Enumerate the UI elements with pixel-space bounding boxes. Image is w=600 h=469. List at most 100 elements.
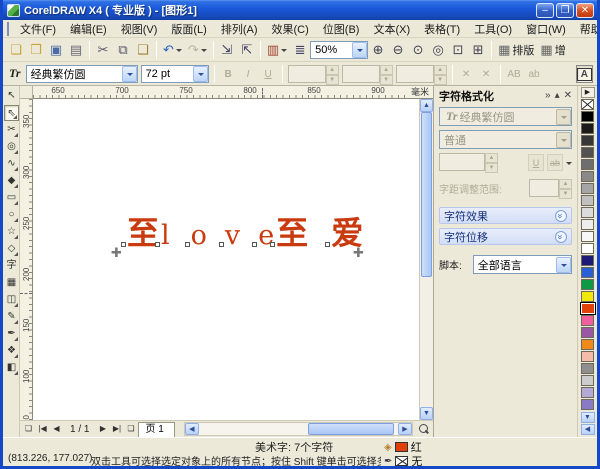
color-swatch[interactable] (581, 207, 594, 218)
menu-text[interactable]: 文本(X) (366, 19, 417, 39)
superscript-button[interactable]: ✕ (458, 65, 475, 83)
zoom-oneshot-button[interactable]: ⊙ (408, 40, 428, 60)
text-range-handle-right[interactable]: ✚ (353, 245, 364, 261)
character-formatting-button[interactable]: A (575, 64, 593, 83)
docker-font-arrow-icon[interactable] (556, 108, 571, 125)
text-range-handle-left[interactable]: ✚ (111, 245, 122, 261)
menu-effects[interactable]: 效果(C) (265, 19, 316, 39)
color-swatch[interactable] (581, 219, 594, 230)
horizontal-scroll-track[interactable] (199, 423, 398, 435)
canvas[interactable]: 至love至爱 ✚ ✚ (33, 99, 419, 420)
pick-tool[interactable]: ↖ (4, 88, 19, 104)
vertical-scroll-thumb[interactable] (421, 112, 432, 278)
menu-table[interactable]: 表格(T) (417, 19, 467, 39)
color-swatch[interactable] (581, 387, 594, 398)
document-icon[interactable] (7, 21, 9, 36)
font-combo-arrow-icon[interactable] (121, 65, 137, 82)
color-swatch[interactable] (581, 195, 594, 206)
freehand-tool[interactable]: ∿ (4, 156, 19, 172)
color-swatch[interactable] (581, 231, 594, 242)
horizontal-scroll-thumb[interactable] (308, 423, 395, 435)
menu-view[interactable]: 视图(V) (114, 19, 165, 39)
lowercase-button[interactable]: ab (526, 65, 543, 83)
redo-button[interactable]: ↷ (185, 40, 210, 60)
script-combo[interactable]: 全部语言 (472, 255, 572, 274)
character-node[interactable] (325, 242, 331, 247)
angle-spinner[interactable]: ▲ ▼ (395, 64, 447, 85)
h-shift-spinner[interactable]: ▲ ▼ (287, 64, 339, 85)
docker-chevrons-icon[interactable]: » (545, 89, 551, 102)
color-swatch[interactable] (581, 135, 594, 146)
new-button[interactable]: ❏ (6, 40, 26, 60)
font-size-combo[interactable]: 72 pt (140, 64, 209, 83)
color-swatch[interactable] (581, 147, 594, 158)
vertical-scroll-track[interactable] (420, 112, 433, 407)
basic-shapes-tool[interactable]: ◇ (4, 241, 19, 257)
no-color-swatch[interactable] (581, 99, 594, 110)
color-swatch[interactable] (581, 315, 594, 326)
table-tool[interactable]: ▦ (4, 275, 19, 291)
scroll-down-button[interactable]: ▼ (420, 407, 433, 420)
color-swatch[interactable] (581, 123, 594, 134)
cut-button[interactable]: ✂ (93, 40, 113, 60)
undo-button-dropdown-icon[interactable] (175, 49, 182, 55)
menu-bitmaps[interactable]: 位图(B) (316, 19, 367, 39)
character-node[interactable] (270, 242, 276, 247)
maximize-button[interactable]: ❐ (556, 2, 574, 18)
uppercase-button[interactable]: AB (506, 65, 523, 83)
next-page-button[interactable]: ▶ (96, 422, 109, 436)
color-swatch[interactable] (581, 399, 594, 410)
app-launcher-button-dropdown-icon[interactable] (281, 49, 288, 55)
artistic-text-object[interactable]: 至love至爱 (121, 217, 363, 249)
horizontal-ruler[interactable]: 650 700 750 800 850 900 (33, 86, 407, 99)
underline-button[interactable]: U (260, 65, 277, 83)
polygon-tool[interactable]: ☆ (4, 224, 19, 240)
color-swatch[interactable] (581, 291, 594, 302)
color-swatch[interactable] (581, 267, 594, 278)
subscript-button[interactable]: ✕ (478, 65, 495, 83)
docker-collapse-icon[interactable]: ▴ (555, 89, 560, 102)
font-size-arrow-icon[interactable] (192, 65, 208, 82)
copy-button[interactable]: ⧉ (113, 40, 133, 60)
combo-arrow-icon[interactable] (352, 41, 368, 58)
snap-options-button[interactable]: ≣ (290, 40, 310, 60)
last-page-button[interactable]: ▶| (110, 422, 123, 436)
docker-size-spinner[interactable]: ▲ ▼ (439, 153, 498, 173)
zoom-tool[interactable]: ◎ (4, 139, 19, 155)
bold-button[interactable]: B (220, 65, 237, 83)
text-tool[interactable]: 字 (4, 258, 19, 274)
docker-style-arrow-icon[interactable] (556, 131, 571, 148)
v-shift-spinner[interactable]: ▲ ▼ (341, 64, 393, 85)
outline-tool[interactable]: ✒ (4, 326, 19, 342)
italic-button[interactable]: I (240, 65, 257, 83)
docker-more-arrow-icon[interactable] (566, 161, 572, 168)
extra-layout-button[interactable]: ▦ 增 (537, 40, 568, 60)
color-swatch[interactable] (581, 243, 594, 254)
eyedropper-tool[interactable]: ✎ (4, 309, 19, 325)
rectangle-tool[interactable]: ▭ (4, 190, 19, 206)
add-page-before-button[interactable]: ❏ (22, 422, 35, 436)
crop-tool[interactable]: ✂ (4, 122, 19, 138)
color-swatch[interactable] (581, 327, 594, 338)
fill-tool[interactable]: ❖ (4, 343, 19, 359)
expand-chevron-icon[interactable]: » (555, 230, 567, 243)
blend-tool[interactable]: ◫ (4, 292, 19, 308)
open-button[interactable]: ❒ (26, 40, 46, 60)
script-arrow-icon[interactable] (556, 256, 571, 273)
smart-fill-tool[interactable]: ◆ (4, 173, 19, 189)
character-shift-section[interactable]: 字符位移 » (439, 228, 572, 245)
text-character[interactable]: o (184, 222, 207, 249)
docker-font-combo[interactable]: Tr 经典繁仿圆 (439, 107, 572, 126)
palette-expand-button[interactable]: ◀ (580, 424, 595, 435)
character-node[interactable] (155, 242, 161, 247)
scroll-up-button[interactable]: ▲ (420, 99, 433, 112)
menu-tools[interactable]: 工具(O) (467, 19, 519, 39)
character-node[interactable] (252, 242, 258, 247)
zoom-in-button[interactable]: ⊕ (368, 40, 388, 60)
vertical-scrollbar[interactable]: ▲ ▼ (419, 99, 433, 420)
previous-page-button[interactable]: ◀ (50, 422, 63, 436)
menu-arrange[interactable]: 排列(A) (214, 19, 265, 39)
redo-button-dropdown-icon[interactable] (200, 49, 207, 55)
ruler-origin[interactable] (20, 86, 33, 99)
vertical-ruler[interactable]: 350 300 250 200 150 100 50 (20, 99, 33, 420)
